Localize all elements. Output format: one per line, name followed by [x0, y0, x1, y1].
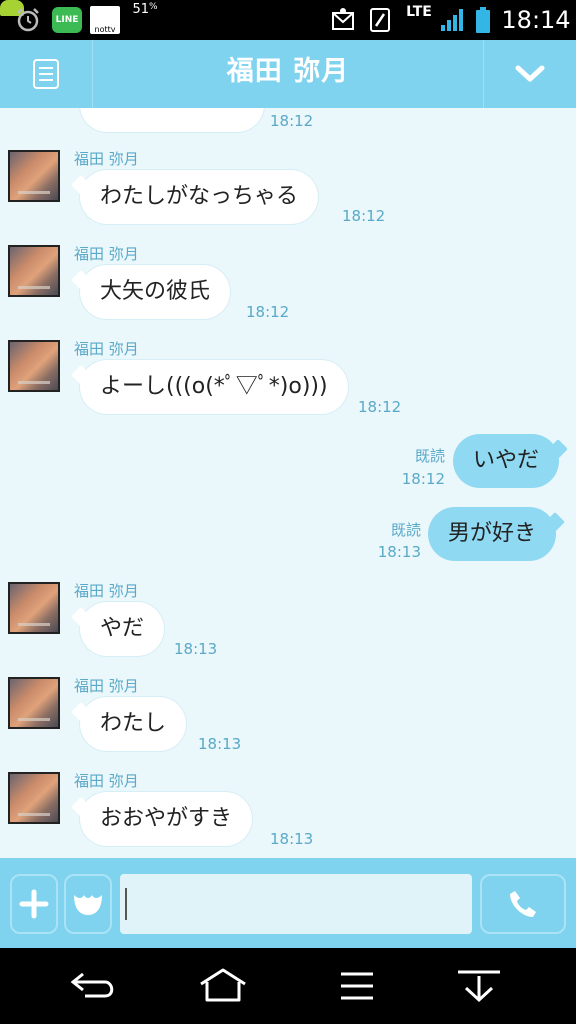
clock-time: 18:14 [501, 6, 571, 34]
menu-button[interactable] [0, 40, 93, 108]
phone-icon [510, 891, 536, 917]
recent-apps-icon [341, 972, 373, 1000]
back-arrow-icon [70, 972, 114, 998]
home-button[interactable] [188, 962, 258, 1010]
message-bubble[interactable]: やだ [80, 602, 165, 656]
avatar[interactable] [8, 150, 60, 202]
hide-keyboard-button[interactable] [444, 962, 514, 1010]
message-time: 18:13 [270, 830, 314, 848]
plus-icon [19, 889, 49, 919]
nottv-app-icon: nottv [90, 6, 120, 34]
message-time: 18:12 [401, 470, 445, 488]
alarm-clock-icon [14, 6, 42, 34]
read-receipt: 既読 [414, 447, 445, 465]
message-time: 18:12 [270, 112, 314, 130]
mail-notification-icon [330, 6, 356, 34]
signal-strength-icon [440, 6, 466, 34]
header-dropdown-button[interactable] [483, 40, 576, 108]
avatar[interactable] [8, 340, 60, 392]
read-receipt: 既読 [390, 521, 421, 539]
recent-apps-button[interactable] [322, 962, 392, 1010]
message-list[interactable]: 18:12 福田 弥月 わたしがなっちゃる 18:12 福田 弥月 大矢の彼氏 … [0, 108, 576, 858]
message-bubble[interactable]: わたしがなっちゃる [80, 170, 319, 224]
avatar[interactable] [8, 677, 60, 729]
battery-percent-text: 51% [132, 2, 158, 17]
chat-title: 福田 弥月 [226, 56, 350, 87]
nottv-label: nottv [94, 25, 116, 34]
sender-name: 福田 弥月 [74, 245, 139, 263]
sticker-button[interactable] [64, 874, 112, 934]
sender-name: 福田 弥月 [74, 582, 139, 600]
message-time: 18:13 [174, 640, 218, 658]
avatar[interactable] [8, 582, 60, 634]
sender-name: 福田 弥月 [74, 340, 139, 358]
sender-name: 福田 弥月 [74, 150, 139, 168]
sender-name: 福田 弥月 [74, 677, 139, 695]
status-bar: LINE nottv 51% LTE 18:14 [0, 0, 576, 40]
message-bubble[interactable]: いやだ [453, 434, 560, 488]
home-icon [200, 968, 246, 1002]
message-time: 18:13 [198, 735, 242, 753]
message-bubble[interactable]: おおやがすき [80, 792, 253, 846]
system-nav-bar [0, 948, 576, 1024]
chevron-down-icon [515, 65, 545, 82]
sticker-icon [74, 895, 102, 915]
message-time: 18:12 [246, 303, 290, 321]
chat-header: 福田 弥月 [0, 40, 576, 109]
network-type-text: LTE [406, 4, 432, 20]
message-bubble[interactable]: 男が好き [428, 507, 557, 561]
message-bubble[interactable]: わたし [80, 697, 187, 751]
message-bubble[interactable] [80, 108, 264, 132]
message-input-bar [0, 858, 576, 948]
message-time: 18:12 [342, 207, 386, 225]
message-time: 18:13 [377, 543, 421, 561]
message-bubble[interactable]: よーし(((o(*ﾟ▽ﾟ*)o))) [80, 360, 348, 414]
line-app-icon: LINE [52, 7, 82, 33]
battery-icon [475, 6, 491, 34]
hide-keyboard-icon [458, 970, 500, 1003]
call-button[interactable] [480, 874, 566, 934]
text-cursor [125, 888, 127, 920]
nfc-icon [368, 6, 392, 34]
message-bubble[interactable]: 大矢の彼氏 [80, 265, 231, 319]
sender-name: 福田 弥月 [74, 772, 139, 790]
message-input[interactable] [120, 874, 472, 934]
menu-icon [33, 59, 59, 89]
avatar[interactable] [8, 245, 60, 297]
add-attachment-button[interactable] [10, 874, 58, 934]
avatar[interactable] [8, 772, 60, 824]
message-time: 18:12 [358, 398, 402, 416]
back-button[interactable] [58, 962, 128, 1010]
